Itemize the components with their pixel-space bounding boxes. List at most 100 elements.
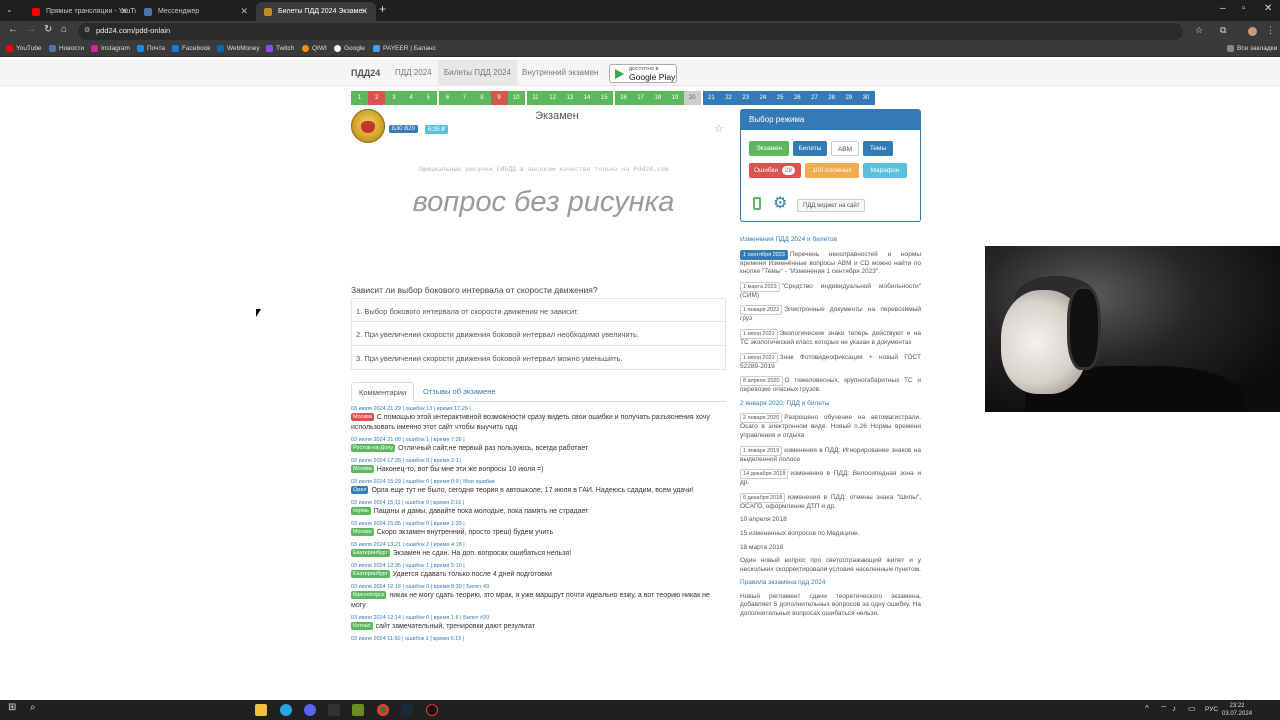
bookmark-facebook[interactable]: Facebook: [172, 45, 211, 52]
question-number-10[interactable]: 10: [507, 91, 525, 105]
tab-exam-reviews[interactable]: Отзывы об экзамене: [416, 382, 503, 402]
favorite-star-icon[interactable]: ☆: [714, 122, 724, 135]
discord-icon[interactable]: [304, 704, 316, 716]
bookmark-youtube[interactable]: YouTube: [6, 45, 42, 52]
nav-tickets[interactable]: Билеты ПДД 2024: [438, 60, 517, 86]
close-icon[interactable]: ✕: [240, 6, 248, 17]
question-number-3[interactable]: 3: [385, 91, 403, 105]
mode-errors-button[interactable]: Ошибки 28: [749, 163, 801, 178]
news-text[interactable]: 2 января 2020: ПДД и билеты: [740, 400, 829, 407]
home-icon[interactable]: ⌂: [61, 24, 67, 35]
volume-icon[interactable]: ♪: [1172, 704, 1184, 716]
google-play-button[interactable]: ДОСТУПНО В Google Play: [609, 64, 677, 83]
comment-meta[interactable]: 03 июля 2024 15:11 | ошибок 0 | время 2:…: [351, 499, 726, 507]
question-number-25[interactable]: 25: [771, 91, 789, 105]
question-number-14[interactable]: 14: [578, 91, 596, 105]
question-number-23[interactable]: 23: [737, 91, 755, 105]
news-text[interactable]: Правила экзамена пдд 2024: [740, 579, 826, 586]
minimize-icon[interactable]: –: [1220, 3, 1226, 14]
close-window-icon[interactable]: ✕: [1264, 3, 1272, 14]
question-number-30[interactable]: 30: [857, 91, 875, 105]
question-number-1[interactable]: 1: [351, 91, 369, 105]
avatar[interactable]: [1248, 27, 1257, 36]
bookmark-twitch[interactable]: Twitch: [266, 45, 294, 52]
tab-messenger[interactable]: Мессенджер ✕: [136, 2, 256, 21]
mode-topics-button[interactable]: Темы: [863, 141, 893, 156]
widget-button[interactable]: ПДД виджет на сайт: [797, 199, 866, 212]
question-number-16[interactable]: 16: [614, 91, 632, 105]
obs-icon[interactable]: [328, 704, 340, 716]
all-bookmarks[interactable]: Все закладки: [1227, 45, 1277, 52]
news-text[interactable]: Изменения ПДД 2024 и билетов: [740, 236, 837, 243]
close-icon[interactable]: ✕: [120, 6, 128, 17]
extensions-icon[interactable]: ⧉: [1220, 25, 1226, 36]
question-number-15[interactable]: 15: [595, 91, 613, 105]
question-number-29[interactable]: 29: [840, 91, 858, 105]
tab-pdd24[interactable]: Билеты ПДД 2024 Экзамен П... ✕: [256, 2, 376, 21]
file-explorer-icon[interactable]: [255, 704, 267, 716]
site-info-icon[interactable]: ⚙: [84, 26, 90, 34]
star-icon[interactable]: ☆: [1195, 25, 1203, 36]
question-number-2[interactable]: 2: [368, 91, 386, 105]
question-number-18[interactable]: 18: [649, 91, 667, 105]
answer-option-1[interactable]: 1. Выбор бокового интервала от скорости …: [351, 298, 726, 322]
question-number-17[interactable]: 17: [632, 91, 650, 105]
bookmark-mail[interactable]: Почта: [137, 45, 165, 52]
chrome-icon[interactable]: [377, 704, 389, 716]
bookmark-news[interactable]: Новости: [49, 45, 84, 52]
question-number-24[interactable]: 24: [754, 91, 772, 105]
question-number-19[interactable]: 19: [666, 91, 684, 105]
bookmark-google[interactable]: Google: [334, 45, 365, 52]
question-number-6[interactable]: 6: [438, 91, 457, 105]
comment-meta[interactable]: 03 июля 2024 12:35 | ошибок 1 | время 5:…: [351, 562, 726, 570]
question-number-27[interactable]: 27: [805, 91, 824, 105]
question-number-26[interactable]: 26: [788, 91, 806, 105]
app-icon[interactable]: [426, 704, 438, 716]
question-number-12[interactable]: 12: [544, 91, 562, 105]
maximize-icon[interactable]: ▫: [1242, 3, 1246, 14]
tab-search-icon[interactable]: ⌄: [6, 5, 13, 14]
comment-meta[interactable]: 03 июля 2024 17:35 | ошибок 8 | время 2:…: [351, 457, 726, 465]
bookmark-payeer[interactable]: PAYEER | Баланс: [373, 45, 436, 52]
bookmark-qiwi[interactable]: QIWI: [302, 45, 327, 52]
reload-icon[interactable]: ↻: [44, 24, 52, 35]
comment-meta[interactable]: 03 июля 2024 15:29 | ошибок 0 | время 0:…: [351, 478, 726, 486]
tab-comments[interactable]: Комментарии: [351, 382, 415, 402]
close-icon[interactable]: ✕: [360, 6, 368, 17]
comment-meta[interactable]: 03 июля 2024 15:05 | ошибок 0 | время 1:…: [351, 520, 726, 528]
nav-internal-exam[interactable]: Внутренний экзамен: [516, 60, 604, 86]
wifi-icon[interactable]: ⌔: [1160, 704, 1172, 716]
minecraft-icon[interactable]: [352, 704, 364, 716]
question-number-20[interactable]: 20: [683, 91, 701, 105]
question-number-8[interactable]: 8: [473, 91, 491, 105]
question-number-28[interactable]: 28: [823, 91, 841, 105]
new-tab-icon[interactable]: +: [379, 2, 386, 16]
tray-chevron-icon[interactable]: ^: [1145, 704, 1157, 716]
question-number-4[interactable]: 4: [402, 91, 420, 105]
back-icon[interactable]: ←: [8, 24, 18, 35]
question-number-5[interactable]: 5: [419, 91, 437, 105]
mode-marathon-button[interactable]: Марафон: [863, 163, 907, 178]
forward-icon[interactable]: →: [26, 24, 36, 35]
bookmark-webmoney[interactable]: WebMoney: [217, 45, 260, 52]
answer-option-3[interactable]: 3. При увеличении скорости движения боко…: [351, 346, 726, 370]
comment-meta[interactable]: 03 июля 2024 12:16 | ошибок 0 | время 8:…: [351, 583, 726, 591]
mode-tickets-button[interactable]: Билеты: [793, 141, 827, 156]
mode-exam-button[interactable]: Экзамен: [749, 141, 789, 156]
clock[interactable]: 23:22 03.07.2024: [1222, 702, 1252, 718]
question-number-21[interactable]: 21: [702, 91, 720, 105]
battery-icon[interactable]: ▭: [1188, 704, 1200, 716]
question-number-7[interactable]: 7: [456, 91, 474, 105]
url-field[interactable]: ⚙ pdd24.com/pdd-onlain: [78, 23, 1183, 40]
comment-meta[interactable]: 03 июля 2024 21:00 | ошибок 1 | время 7:…: [351, 436, 726, 444]
search-icon[interactable]: ⌕: [30, 702, 42, 714]
mode-hard-100-button[interactable]: 100 сложных: [805, 163, 859, 178]
bookmark-instagram[interactable]: Instagram: [91, 45, 130, 52]
answer-option-2[interactable]: 2. При увеличении скорости движения боко…: [351, 322, 726, 346]
menu-icon[interactable]: ⋮: [1266, 25, 1275, 36]
language-indicator[interactable]: РУС: [1205, 706, 1218, 713]
question-number-13[interactable]: 13: [561, 91, 579, 105]
mobile-app-icon[interactable]: [753, 197, 761, 210]
comment-meta[interactable]: 03 июля 2024 21:29 | ошибок 13 | время 1…: [351, 405, 726, 413]
question-number-11[interactable]: 11: [526, 91, 545, 105]
